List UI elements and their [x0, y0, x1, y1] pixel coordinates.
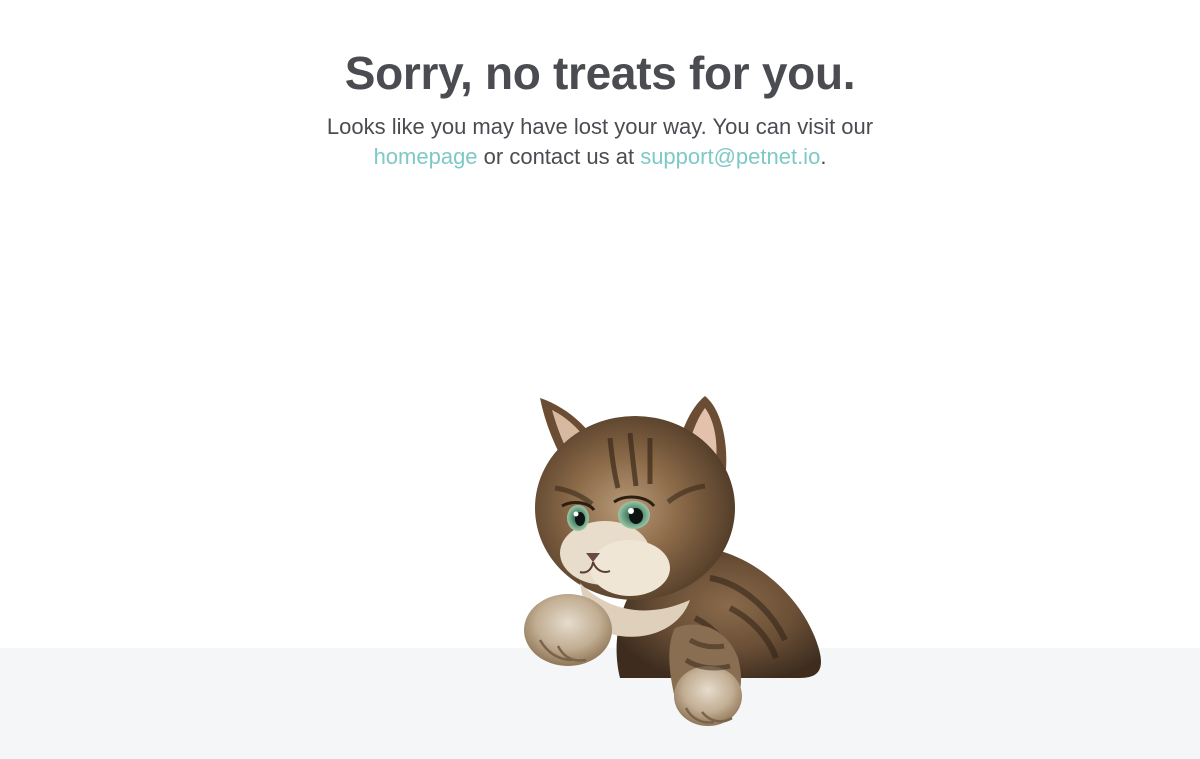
message-text-middle: or contact us at — [477, 144, 641, 169]
error-message: Looks like you may have lost your way. Y… — [320, 112, 880, 172]
kitten-icon — [524, 396, 821, 726]
support-email-link[interactable]: support@petnet.io — [640, 144, 820, 169]
page-title: Sorry, no treats for you. — [344, 47, 856, 99]
message-text-start: Looks like you may have lost your way. Y… — [326, 114, 874, 139]
error-page: Sorry, no treats for you. Looks like you… — [0, 0, 1200, 759]
homepage-link[interactable]: homepage — [374, 144, 478, 169]
message-text-end: . — [820, 144, 827, 169]
